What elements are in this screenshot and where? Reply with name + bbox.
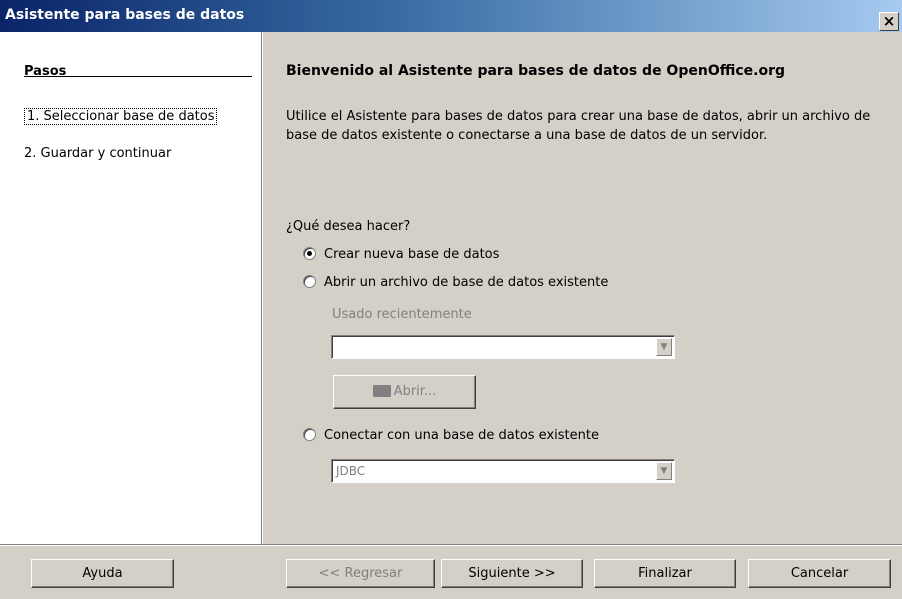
- steps-title-underline: [24, 76, 252, 77]
- intro-text: Utilice el Asistente para bases de datos…: [286, 109, 871, 143]
- step-save-continue[interactable]: 2. Guardar y continuar: [24, 146, 171, 161]
- radio-open-existing-file[interactable]: Abrir un archivo de base de datos existe…: [303, 275, 608, 290]
- database-wizard-dialog: Asistente para bases de datos × Pasos 1.…: [0, 0, 902, 599]
- question-label: ¿Qué desea hacer?: [286, 219, 411, 234]
- radio-button[interactable]: [303, 275, 316, 288]
- recent-label: Usado recientemente: [332, 307, 472, 322]
- connection-type-value: JDBC: [336, 464, 366, 478]
- radio-button-selected[interactable]: [303, 247, 316, 260]
- next-button[interactable]: Siguiente >>: [441, 559, 583, 588]
- step-label: 1. Seleccionar base de datos: [24, 108, 218, 125]
- radio-connect-existing-database[interactable]: Conectar con una base de datos existente: [303, 428, 599, 443]
- page-heading: Bienvenido al Asistente para bases de da…: [286, 63, 785, 79]
- close-icon: ×: [882, 12, 896, 30]
- cancel-button[interactable]: Cancelar: [748, 559, 891, 588]
- chevron-down-icon[interactable]: ▼: [656, 462, 672, 480]
- folder-open-icon: [372, 384, 391, 397]
- step-label: 2. Guardar y continuar: [24, 146, 172, 161]
- footer-separator: [0, 544, 902, 546]
- open-file-button[interactable]: Abrir...: [333, 375, 476, 409]
- radio-label: Crear nueva base de datos: [324, 247, 500, 262]
- back-button[interactable]: << Regresar: [286, 559, 435, 588]
- connection-type-dropdown[interactable]: JDBC ▼: [331, 459, 675, 483]
- close-button[interactable]: ×: [879, 12, 899, 31]
- sidebar-divider: [261, 32, 263, 544]
- recent-files-dropdown[interactable]: ▼: [331, 335, 675, 359]
- window-title: Asistente para bases de datos: [5, 7, 245, 23]
- radio-label: Conectar con una base de datos existente: [324, 428, 599, 443]
- radio-button[interactable]: [303, 428, 316, 441]
- radio-label: Abrir un archivo de base de datos existe…: [324, 275, 609, 290]
- title-bar[interactable]: Asistente para bases de datos ×: [0, 0, 902, 32]
- step-select-database[interactable]: 1. Seleccionar base de datos: [24, 108, 218, 125]
- finish-button[interactable]: Finalizar: [594, 559, 736, 588]
- radio-create-new-database[interactable]: Crear nueva base de datos: [303, 247, 499, 262]
- help-button[interactable]: Ayuda: [31, 559, 174, 588]
- open-button-label: Abrir...: [393, 384, 437, 399]
- chevron-down-icon[interactable]: ▼: [656, 338, 672, 356]
